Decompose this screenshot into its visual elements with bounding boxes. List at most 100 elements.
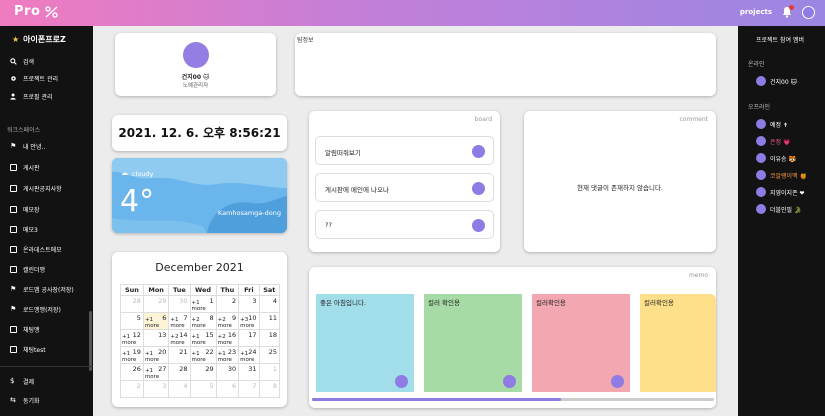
calendar-day[interactable]: 6 <box>215 380 240 398</box>
app-logo[interactable]: Pro <box>14 4 59 19</box>
calendar-day[interactable]: 7 +1 more <box>168 312 191 330</box>
calendar-day[interactable]: 16 +2 more <box>215 329 240 347</box>
sidebar-item-sync[interactable]: ⇆ 동기화 <box>10 396 40 406</box>
sidebar-scrollbar[interactable] <box>89 311 92 371</box>
calendar-day[interactable]: 26 <box>120 363 144 381</box>
calendar-day[interactable]: 2 <box>120 380 144 398</box>
calendar-more-link[interactable]: +1 more <box>170 317 184 329</box>
calendar-day[interactable]: 4 <box>168 380 191 398</box>
board-item[interactable]: 알림떠줘보기 <box>315 136 494 165</box>
calendar-day[interactable]: 25 <box>258 346 281 364</box>
team-info-card[interactable]: 팀정보 <box>295 33 716 96</box>
member-item[interactable]: 더블인필 🐊 <box>756 204 801 214</box>
calendar-more-link[interactable]: +1 more <box>192 334 206 346</box>
member-item[interactable]: 코알랭이맥 🍯 <box>756 170 807 180</box>
sidebar-item-project-settings[interactable]: 프로젝트 관리 <box>10 74 58 83</box>
sidebar-item-workspace[interactable]: 채팅맹 <box>10 325 40 334</box>
calendar-more-link[interactable]: +3 more <box>240 317 254 329</box>
calendar-day[interactable]: 1 <box>258 363 281 381</box>
calendar-day[interactable]: 18 <box>258 329 281 347</box>
sidebar-item-workspace[interactable]: 게시판 <box>10 163 40 172</box>
calendar-day[interactable]: 1 +1 more <box>189 295 217 313</box>
calendar-day[interactable]: 22 +1 more <box>189 346 217 364</box>
calendar-more-link[interactable]: +2 more <box>192 317 206 329</box>
sidebar-item-workspace[interactable]: 온라데스트메모 <box>10 245 62 254</box>
calendar-day[interactable]: 10 +3 more <box>238 312 260 330</box>
calendar-day[interactable]: 4 <box>258 295 281 313</box>
calendar-day[interactable]: 5 <box>189 380 217 398</box>
memo-note[interactable]: 컬러확인용 <box>640 294 716 392</box>
calendar-day[interactable]: 29 <box>142 295 170 313</box>
calendar-day[interactable]: 19 +1 more <box>120 346 144 364</box>
calendar-more-link[interactable]: +1 more <box>192 351 206 363</box>
user-avatar[interactable] <box>802 6 815 19</box>
memo-scrollbar[interactable] <box>312 398 714 401</box>
calendar-day[interactable]: 21 <box>168 346 191 364</box>
sidebar-item-workspace[interactable]: ⚑ 로드맵 공사장(저장) <box>10 285 74 295</box>
profile-avatar[interactable] <box>183 42 209 68</box>
board-item[interactable]: 게시판에 메인에 나오나 <box>315 173 494 202</box>
memo-note[interactable]: 컬러 확인용 <box>424 294 522 392</box>
memo-scrollbar-thumb[interactable] <box>312 398 562 401</box>
calendar-day[interactable]: 30 <box>215 363 240 381</box>
calendar-day[interactable]: 12 +1 more <box>120 329 144 347</box>
calendar-day[interactable]: 17 <box>238 329 260 347</box>
calendar-more-link[interactable]: +1 more <box>122 351 136 363</box>
member-item[interactable]: 건지00 🐱 <box>756 76 797 86</box>
calendar-day[interactable]: 6 +1 more <box>142 312 170 330</box>
calendar-day[interactable]: 13 <box>142 329 170 347</box>
calendar-day[interactable]: 28 <box>168 363 191 381</box>
memo-note[interactable]: 좋은 아침입니다. <box>316 294 414 392</box>
calendar-day[interactable]: 8 +2 more <box>189 312 217 330</box>
calendar-day[interactable]: 27 +1 more <box>142 363 170 381</box>
sidebar-item-workspace[interactable]: 메모장 <box>10 205 40 214</box>
member-item[interactable]: 예정 ✝ <box>756 119 788 129</box>
member-item[interactable]: 은정 💗 <box>756 136 790 146</box>
calendar-day[interactable]: 29 <box>189 363 217 381</box>
calendar-more-link[interactable]: +1 more <box>122 334 136 346</box>
calendar-more-link[interactable]: +1 more <box>145 317 159 329</box>
calendar-day[interactable]: 5 <box>120 312 144 330</box>
calendar-more-link[interactable]: +1 more <box>192 300 206 312</box>
calendar-day[interactable]: 7 <box>238 380 260 398</box>
calendar-more-link[interactable]: +2 more <box>170 334 184 346</box>
calendar-day[interactable]: 15 +1 more <box>189 329 217 347</box>
calendar-day[interactable]: 14 +2 more <box>168 329 191 347</box>
sidebar-item-workspace[interactable]: 캘린더맹 <box>10 265 45 274</box>
sidebar-item-payment[interactable]: $ 결제 <box>10 377 34 387</box>
calendar-day[interactable]: 3 <box>238 295 260 313</box>
calendar-day[interactable]: 23 +1 more <box>215 346 240 364</box>
calendar-more-link[interactable]: +1 more <box>240 351 254 363</box>
memo-note[interactable]: 컬러확인용 <box>532 294 630 392</box>
sidebar-item-workspace[interactable]: ⚑ 로드맹맹(저장) <box>10 305 61 315</box>
calendar-more-link[interactable]: +1 more <box>145 351 159 363</box>
calendar-more-link[interactable]: +2 more <box>218 317 232 329</box>
board-item[interactable]: ?? <box>315 210 494 239</box>
member-item[interactable]: 이유송 🐯 <box>756 153 796 163</box>
sidebar-item-workspace[interactable]: 채팅test <box>10 345 46 354</box>
calendar-more-link[interactable]: +1 more <box>145 368 159 380</box>
comment-label: comment <box>679 116 708 123</box>
sidebar-item-workspace[interactable]: 게시판공지사항 <box>10 184 62 193</box>
workspace-title[interactable]: ★ 아이폰프로Z <box>12 34 66 45</box>
calendar-day[interactable]: 20 +1 more <box>142 346 170 364</box>
calendar-day[interactable]: 8 <box>258 380 281 398</box>
calendar-day[interactable]: 2 <box>215 295 240 313</box>
calendar-day[interactable]: 9 +2 more <box>215 312 240 330</box>
member-item[interactable]: 지영이지존 ❤ <box>756 187 805 197</box>
calendar-more-link[interactable]: +2 more <box>218 334 232 346</box>
calendar-more-link[interactable]: +1 more <box>218 351 232 363</box>
calendar-day[interactable]: 24 +1 more <box>238 346 260 364</box>
memo-note-text: 컬러확인용 <box>536 299 566 307</box>
projects-link[interactable]: projects <box>740 8 772 16</box>
sidebar-item-workspace[interactable]: 메모3 <box>10 225 38 234</box>
calendar-day[interactable]: 30 <box>168 295 191 313</box>
calendar-day[interactable]: 31 <box>238 363 260 381</box>
calendar-day[interactable]: 28 <box>120 295 144 313</box>
sidebar-item-profile-settings[interactable]: 프로필 관리 <box>10 92 53 101</box>
calendar-day[interactable]: 3 <box>142 380 170 398</box>
sidebar-item-workspace[interactable]: ⚑ 내 안녕.. <box>10 142 45 152</box>
calendar-day-number: 1 <box>272 365 277 373</box>
sidebar-item-search[interactable]: 검색 <box>10 57 34 66</box>
calendar-day[interactable]: 11 <box>258 312 281 330</box>
